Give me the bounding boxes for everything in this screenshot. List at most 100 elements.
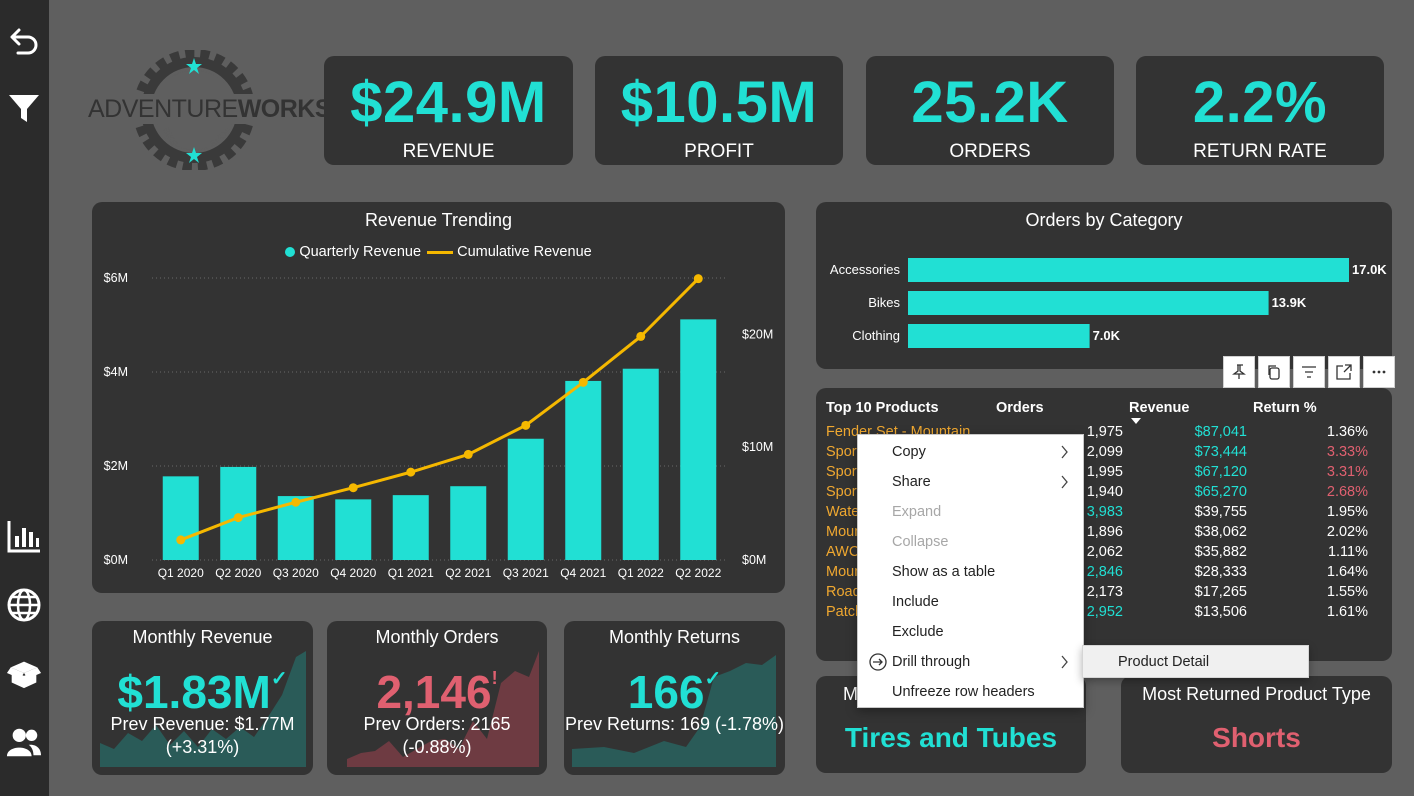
cumulative-point[interactable] [291,497,301,507]
cumulative-point[interactable] [233,513,243,523]
globe-icon[interactable] [6,587,42,623]
menu-item-share[interactable]: Share [892,467,931,497]
chevron-right-icon [1061,655,1068,669]
filter-icon[interactable] [6,90,42,126]
more-options-icon[interactable] [1363,356,1395,388]
cumulative-point[interactable] [693,274,703,284]
revenue-bar[interactable] [335,499,372,560]
header-product[interactable]: Top 10 Products [826,394,996,422]
table-header-row: Top 10 Products Orders Revenue Return % [826,394,1374,424]
y-tick-label: $4M [104,365,128,379]
y-tick-label: $0M [104,553,128,567]
drill-through-icon [869,653,887,671]
menu-item-exclude[interactable]: Exclude [892,617,944,647]
kpi-card-profit[interactable]: $10.5M PROFIT [595,56,843,165]
copy-visual-icon[interactable] [1258,356,1290,388]
kpi-card-orders[interactable]: 25.2K ORDERS [866,56,1114,165]
x-tick-label: Q1 2020 [158,566,204,580]
category-bar[interactable] [908,258,1349,282]
y2-tick-label: $0M [742,553,766,567]
menu-item-drill-through[interactable]: Drill through [892,647,970,677]
cumulative-point[interactable] [578,377,588,387]
submenu-item-product-detail[interactable]: Product Detail [1082,645,1309,678]
header-revenue-label: Revenue [1129,400,1190,416]
revenue-trending-plot: $0M $2M $4M $6M $0M $10M $20M Q1 2020 Q2 2020 Q3 … [104,271,774,580]
most-returned-card[interactable]: Most Returned Product Type Shorts [1121,676,1392,773]
card-title: Monthly Returns [608,627,741,647]
category-bar[interactable] [908,291,1269,315]
cell-revenue: $28,333 [1194,564,1247,580]
header-orders[interactable]: Orders [996,394,1129,422]
menu-item-collapse: Collapse [892,534,949,550]
filter-lines-icon[interactable] [1293,356,1325,388]
revenue-bar[interactable] [392,495,429,560]
context-menu: Copy Share Expand Collapse Show as a tab… [857,434,1084,708]
revenue-bar[interactable] [680,319,717,560]
category-bar[interactable] [908,324,1090,348]
cell-return: 1.61% [1326,604,1368,620]
header-revenue[interactable]: Revenue [1129,394,1253,424]
chevron-right-icon [1061,475,1068,489]
menu-item-expand: Expand [892,504,942,520]
card-sub1: Prev Orders: 2165 [363,714,511,734]
sort-desc-icon [1131,418,1141,424]
menu-item-show-as-table[interactable]: Show as a table [892,557,995,587]
x-tick-label: Q4 2021 [560,566,606,580]
card-title: Monthly Orders [375,627,499,647]
card-sub2: (+3.31%) [165,737,240,757]
cell-return: 1.36% [1326,424,1368,440]
revenue-bar[interactable] [507,438,544,560]
category-label: Bikes [868,295,900,310]
monthly-revenue-card[interactable]: Monthly Revenue $1.83M✓ Prev Revenue: $1… [92,621,313,775]
cumulative-point[interactable] [463,449,473,459]
cell-revenue: $17,265 [1194,584,1247,600]
cell-revenue: $13,506 [1194,604,1247,620]
cell-revenue: $73,444 [1194,444,1247,460]
menu-item-include[interactable]: Include [892,587,939,617]
revenue-bar[interactable] [450,486,487,560]
revenue-trending-chart[interactable]: Revenue Trending Quarterly Revenue Cumul… [92,202,785,593]
kpi-label: RETURN RATE [1193,141,1327,162]
menu-item-copy[interactable]: Copy [892,437,926,467]
x-tick-label: Q1 2022 [618,566,664,580]
kpi-card-revenue[interactable]: $24.9M REVENUE [324,56,573,165]
pin-icon[interactable] [1223,356,1255,388]
card-value-text: 166 [627,666,705,718]
x-tick-label: Q3 2021 [503,566,549,580]
back-icon[interactable] [6,22,42,58]
cell-return: 2.68% [1326,484,1368,500]
bar-chart-icon[interactable] [6,518,42,554]
users-icon[interactable] [6,724,42,760]
cell-revenue: $87,041 [1194,424,1247,440]
cell-return: 1.95% [1326,504,1368,520]
focus-mode-icon[interactable] [1328,356,1360,388]
monthly-orders-card[interactable]: Monthly Orders 2,146! Prev Orders: 2165 … [327,621,547,775]
box-icon[interactable] [6,655,42,691]
kpi-value: $10.5M [620,70,818,135]
monthly-returns-card[interactable]: Monthly Returns 166✓ Prev Returns: 169 (… [564,621,785,775]
cumulative-point[interactable] [636,331,646,341]
revenue-bar[interactable] [565,380,602,560]
cumulative-point[interactable] [176,535,186,545]
orders-by-category-plot: Accessories 17.0K Bikes 13.9K Clothing 7.0K [830,258,1387,348]
cell-revenue: $65,270 [1194,484,1247,500]
card-title: M [843,684,858,704]
cumulative-point[interactable] [406,467,416,477]
kpi-value: 25.2K [911,70,1069,135]
revenue-bar[interactable] [162,476,199,560]
cell-return: 1.55% [1326,584,1368,600]
category-value-label: 13.9K [1272,295,1307,310]
y2-tick-label: $20M [742,327,773,341]
check-icon: ✓ [270,668,288,690]
warning-icon: ! [491,668,498,688]
cumulative-point[interactable] [348,483,358,493]
card-value: Shorts [1212,722,1301,753]
header-return[interactable]: Return % [1253,394,1374,422]
cumulative-point[interactable] [521,420,531,430]
x-tick-label: Q1 2021 [388,566,434,580]
x-tick-label: Q3 2020 [273,566,319,580]
orders-by-category-chart[interactable]: Orders by Category Accessories 17.0K Bikes… [816,202,1392,369]
revenue-bar[interactable] [622,368,659,560]
menu-item-unfreeze-row-headers[interactable]: Unfreeze row headers [892,677,1035,707]
kpi-card-return-rate[interactable]: 2.2% RETURN RATE [1136,56,1384,165]
